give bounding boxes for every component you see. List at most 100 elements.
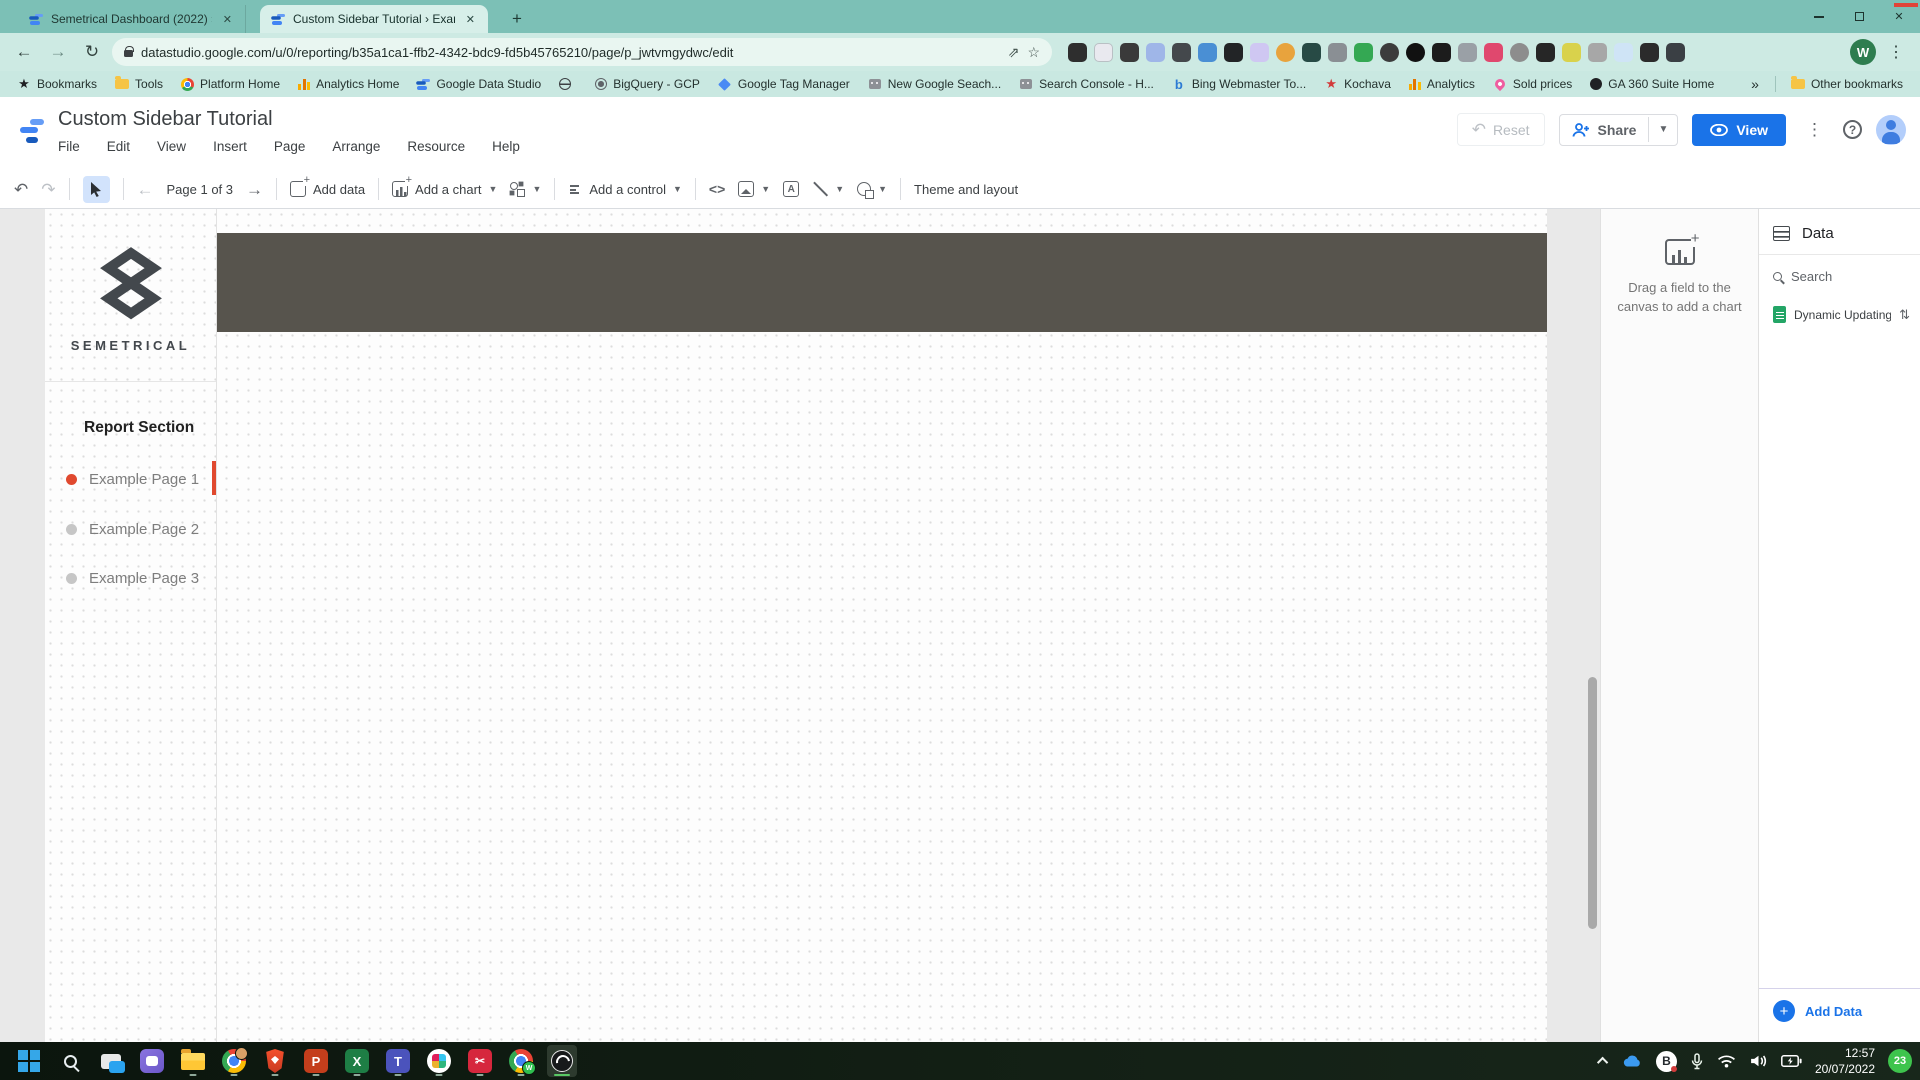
shape-button[interactable]: ▼	[857, 182, 887, 196]
extension-icon[interactable]	[1328, 43, 1347, 62]
extension-icon[interactable]	[1640, 43, 1659, 62]
browser-profile-avatar[interactable]: W	[1850, 39, 1876, 65]
menu-page[interactable]: Page	[274, 139, 306, 154]
redo-button[interactable]: ↷	[41, 181, 55, 198]
wifi-icon[interactable]	[1717, 1054, 1736, 1068]
extension-icon[interactable]	[1172, 43, 1191, 62]
bookmarks-overflow-chevron[interactable]: »	[1743, 76, 1767, 92]
bookmark-item[interactable]: ★ Bookmarks	[10, 75, 104, 93]
extension-icon[interactable]	[1120, 43, 1139, 62]
extension-icon[interactable]	[1484, 43, 1503, 62]
file-explorer-icon[interactable]	[178, 1045, 208, 1077]
nav-example-page-1[interactable]: Example Page 1	[66, 471, 216, 488]
extension-icon[interactable]	[1068, 43, 1087, 62]
help-icon[interactable]: ?	[1843, 120, 1862, 139]
menu-edit[interactable]: Edit	[107, 139, 130, 154]
browser-tab-2-active[interactable]: Custom Sidebar Tutorial › Examp ✕	[260, 5, 488, 33]
menu-arrange[interactable]: Arrange	[332, 139, 380, 154]
other-bookmarks-button[interactable]: Other bookmarks	[1784, 75, 1910, 93]
volume-icon[interactable]	[1749, 1054, 1768, 1068]
next-page-button[interactable]: →	[246, 181, 263, 198]
extension-icon[interactable]	[1250, 43, 1269, 62]
task-view-icon[interactable]	[96, 1045, 126, 1077]
bookmark-item[interactable]: BigQuery - GCP	[588, 75, 707, 93]
bookmark-item[interactable]: Analytics	[1402, 75, 1482, 93]
report-page[interactable]: SEMETRICAL Report Section Example Page 1…	[45, 209, 1547, 1042]
menu-file[interactable]: File	[58, 139, 80, 154]
add-chart-button[interactable]: Add a chart ▼	[392, 181, 497, 197]
bookmark-item[interactable]: Google Data Studio	[410, 75, 548, 93]
bookmark-item[interactable]	[552, 76, 584, 92]
taskbar-search-icon[interactable]	[55, 1045, 85, 1077]
snipping-tool-icon[interactable]: ✂	[465, 1045, 495, 1077]
community-visualizations-button[interactable]: ▼	[510, 182, 541, 197]
add-data-button[interactable]: Add data	[290, 181, 365, 197]
nav-example-page-3[interactable]: Example Page 3	[66, 570, 216, 587]
extension-icon[interactable]	[1588, 43, 1607, 62]
extension-icon[interactable]	[1432, 43, 1451, 62]
menu-insert[interactable]: Insert	[213, 139, 247, 154]
text-box-button[interactable]: A	[783, 181, 799, 197]
extension-icon[interactable]	[1094, 43, 1113, 62]
microphone-icon[interactable]	[1690, 1053, 1704, 1070]
extension-icon[interactable]	[1276, 43, 1295, 62]
user-avatar[interactable]	[1876, 115, 1906, 145]
battery-icon[interactable]	[1781, 1055, 1802, 1067]
browser-tab-1[interactable]: Semetrical Dashboard (2022) › A ✕	[18, 5, 246, 33]
bookmark-item[interactable]: ★ Kochava	[1317, 75, 1398, 93]
new-tab-button[interactable]: +	[504, 9, 530, 29]
extension-icon[interactable]	[1380, 43, 1399, 62]
extension-icon[interactable]	[1302, 43, 1321, 62]
bookmark-item[interactable]: Search Console - H...	[1012, 75, 1161, 93]
back-button[interactable]: ←	[10, 42, 38, 62]
add-data-footer-button[interactable]: + Add Data	[1759, 988, 1920, 1032]
window-maximize-button[interactable]	[1855, 12, 1864, 21]
bookmark-item[interactable]: Analytics Home	[291, 75, 406, 93]
chat-icon[interactable]	[137, 1045, 167, 1077]
forward-button[interactable]: →	[44, 42, 72, 62]
extension-icon[interactable]	[1146, 43, 1165, 62]
chrome-icon[interactable]	[219, 1045, 249, 1077]
onedrive-icon[interactable]	[1621, 1054, 1643, 1068]
extension-icon[interactable]	[1406, 43, 1425, 62]
extension-icon[interactable]	[1562, 43, 1581, 62]
bookmark-star-icon[interactable]: ☆	[1027, 44, 1040, 61]
bookmark-item[interactable]: Platform Home	[174, 75, 287, 93]
extension-icon[interactable]	[1666, 43, 1685, 62]
brave-icon[interactable]	[260, 1045, 290, 1077]
share-button[interactable]: Share ▼	[1559, 114, 1679, 146]
notification-count-badge[interactable]: 23	[1888, 1049, 1912, 1073]
url-text[interactable]: datastudio.google.com/u/0/reporting/b35a…	[141, 45, 1000, 60]
add-control-button[interactable]: Add a control ▼	[568, 182, 682, 197]
window-minimize-button[interactable]	[1814, 16, 1824, 18]
data-studio-logo[interactable]	[18, 117, 44, 143]
excel-icon[interactable]: X	[342, 1045, 372, 1077]
bookmark-item[interactable]: Google Tag Manager	[711, 75, 857, 93]
extension-icon[interactable]	[1536, 43, 1555, 62]
extension-icon[interactable]	[1510, 43, 1529, 62]
previous-page-button[interactable]: ←	[137, 181, 154, 198]
more-options-icon[interactable]: ⋮	[1800, 120, 1829, 140]
unfold-icon[interactable]: ⇅	[1899, 307, 1910, 323]
undo-button[interactable]: ↶	[14, 181, 28, 198]
image-button[interactable]: ▼	[738, 181, 770, 197]
data-source-item[interactable]: Dynamic Updating... ⇅	[1759, 294, 1920, 333]
extension-icon[interactable]	[1198, 43, 1217, 62]
window-close-button[interactable]: ✕	[1892, 10, 1906, 24]
teams-icon[interactable]: T	[383, 1045, 413, 1077]
theme-and-layout-button[interactable]: Theme and layout	[914, 182, 1018, 197]
report-title[interactable]: Custom Sidebar Tutorial	[58, 108, 273, 131]
extension-icon[interactable]	[1224, 43, 1243, 62]
taskbar-clock[interactable]: 12:57 20/07/2022	[1815, 1045, 1875, 1077]
reset-button[interactable]: ↶ Reset	[1457, 113, 1545, 146]
menu-view[interactable]: View	[157, 139, 186, 154]
line-button[interactable]: ▼	[812, 181, 844, 197]
tab-close-icon[interactable]: ✕	[463, 12, 478, 27]
nav-example-page-2[interactable]: Example Page 2	[66, 521, 216, 538]
chrome-work-profile-icon[interactable]	[506, 1045, 536, 1077]
reload-button[interactable]: ↻	[78, 42, 106, 62]
bookmark-item[interactable]: Sold prices	[1486, 75, 1579, 93]
bookmark-item[interactable]: Tools	[108, 75, 170, 93]
tab-close-icon[interactable]: ✕	[220, 12, 235, 27]
start-button[interactable]	[14, 1045, 44, 1077]
